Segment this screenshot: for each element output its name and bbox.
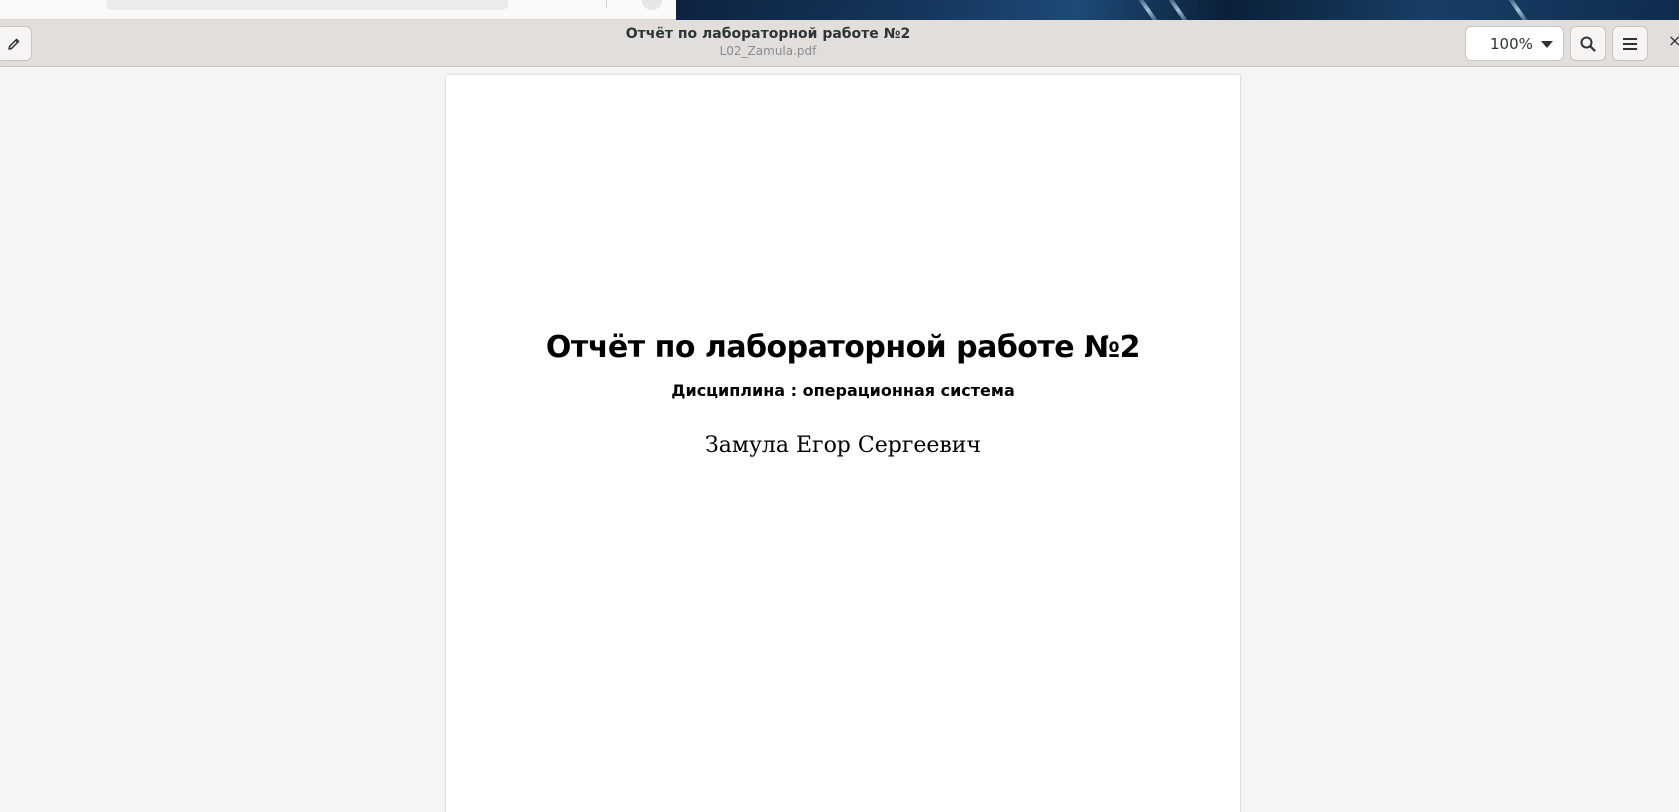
pencil-icon — [6, 36, 22, 52]
pdf-page: Отчёт по лабораторной работе №2 Дисципли… — [446, 75, 1240, 812]
page-author: Замула Егор Сергеевич — [705, 433, 981, 458]
wallpaper-streak — [1164, 0, 1192, 20]
window-title: Отчёт по лабораторной работе №2 L02_Zamu… — [568, 25, 968, 59]
background-window-close-button — [642, 0, 662, 10]
zoom-selector[interactable]: 100% — [1465, 26, 1564, 61]
page-subtitle: Дисциплина : операционная система — [671, 381, 1015, 400]
background-window — [0, 0, 676, 20]
background-window-divider — [606, 0, 607, 8]
background-window-field — [106, 0, 508, 10]
main-menu-button[interactable] — [1612, 26, 1648, 61]
background-strip — [0, 0, 1679, 20]
document-title-label: Отчёт по лабораторной работе №2 — [625, 26, 911, 42]
desktop-wallpaper — [676, 0, 1679, 20]
edit-button[interactable] — [0, 26, 32, 61]
search-icon — [1579, 35, 1597, 53]
search-button[interactable] — [1570, 26, 1606, 61]
hamburger-menu-icon — [1622, 37, 1638, 51]
document-view[interactable]: Отчёт по лабораторной работе №2 Дисципли… — [0, 67, 1679, 812]
zoom-value: 100% — [1490, 34, 1533, 53]
page-title: Отчёт по лабораторной работе №2 — [545, 330, 1141, 365]
document-filename-label: L02_Zamula.pdf — [719, 44, 817, 58]
wallpaper-streak — [1134, 0, 1162, 20]
wallpaper-streak — [1504, 0, 1532, 20]
close-icon[interactable]: × — [1668, 31, 1679, 50]
chevron-down-icon — [1541, 41, 1553, 48]
headerbar: Отчёт по лабораторной работе №2 L02_Zamu… — [0, 20, 1679, 67]
